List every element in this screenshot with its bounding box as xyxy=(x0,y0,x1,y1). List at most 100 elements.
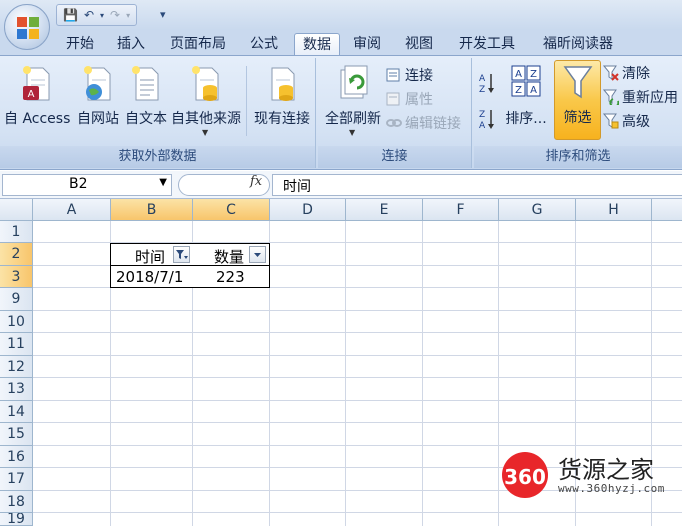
column-header-partial[interactable] xyxy=(652,199,682,221)
sort-descending-button[interactable]: ZA xyxy=(478,108,496,130)
sort-az-icon: AZ xyxy=(479,74,494,94)
customize-qat-icon[interactable]: ▾ xyxy=(160,8,166,21)
office-logo-icon xyxy=(17,17,39,39)
grid-line xyxy=(33,377,682,378)
cell-b2-header-time[interactable]: 时间 xyxy=(110,243,193,266)
cell-b3-date[interactable]: 2018/7/1 xyxy=(110,265,193,288)
clear-filter-button[interactable]: 清除 xyxy=(603,62,650,84)
tab-developer[interactable]: 开发工具 xyxy=(448,33,526,56)
column-header-b[interactable]: B xyxy=(111,199,193,221)
title-bar: 💾 ↶ ▾ ↷ ▾ ▾ xyxy=(0,0,682,30)
row-header-9[interactable]: 9 xyxy=(0,288,33,311)
undo-dropdown-icon[interactable]: ▾ xyxy=(98,11,106,20)
existing-connections-icon xyxy=(271,67,295,101)
row-header-3[interactable]: 3 xyxy=(0,266,33,288)
column-header-d[interactable]: D xyxy=(270,199,346,221)
row-header-11[interactable]: 11 xyxy=(0,333,33,356)
existing-connections-button[interactable]: 现有连接 xyxy=(250,62,314,142)
sort-dialog-icon: A Z Z A xyxy=(511,65,541,97)
properties-button[interactable]: 属性 xyxy=(386,88,433,110)
tab-review[interactable]: 审阅 xyxy=(344,33,390,56)
sort-za-icon: ZA xyxy=(479,110,494,130)
advanced-filter-icon xyxy=(603,113,619,129)
filter-active-dropdown-icon[interactable] xyxy=(173,246,190,263)
insert-function-icon[interactable]: fx xyxy=(250,174,262,189)
redo-dropdown-icon[interactable]: ▾ xyxy=(124,11,132,20)
tab-data[interactable]: 数据 xyxy=(294,33,340,56)
from-text-button[interactable]: 自文本 xyxy=(122,62,170,142)
column-header-g[interactable]: G xyxy=(499,199,576,221)
formula-input[interactable]: 时间 xyxy=(272,174,682,196)
filter-dropdown-icon[interactable] xyxy=(249,246,266,263)
column-header-a[interactable]: A xyxy=(33,199,111,221)
redo-icon[interactable]: ↷ xyxy=(108,8,122,22)
row-header-19[interactable]: 19 xyxy=(0,513,33,526)
web-icon xyxy=(84,66,111,101)
save-icon[interactable]: 💾 xyxy=(61,8,80,22)
tab-insert[interactable]: 插入 xyxy=(108,33,154,56)
group-get-external-data: A 自 Access 自网站 自文本 自其他来源 ▼ 现有连接 获取外部数据 xyxy=(0,58,316,168)
name-box[interactable]: B2 ▼ xyxy=(2,174,172,196)
formula-bar: B2 ▼ fx 时间 xyxy=(0,171,682,199)
group-separator xyxy=(246,66,247,136)
advanced-filter-button[interactable]: 高级 xyxy=(603,110,650,132)
row-header-2[interactable]: 2 xyxy=(0,243,33,266)
row-header-13[interactable]: 13 xyxy=(0,378,33,401)
reapply-button[interactable]: 重新应用 xyxy=(603,86,678,108)
sort-button[interactable]: A Z Z A 排序... xyxy=(502,62,550,142)
clear-filter-icon xyxy=(603,65,619,81)
row-header-10[interactable]: 10 xyxy=(0,311,33,333)
advanced-label: 高级 xyxy=(622,114,650,130)
row-header-16[interactable]: 16 xyxy=(0,446,33,468)
text-file-icon xyxy=(132,66,159,101)
refresh-all-label: 全部刷新 xyxy=(325,111,381,127)
row-header-15[interactable]: 15 xyxy=(0,423,33,446)
quick-access-toolbar: 💾 ↶ ▾ ↷ ▾ xyxy=(56,4,138,26)
grid-line xyxy=(33,400,682,401)
row-header-12[interactable]: 12 xyxy=(0,356,33,378)
grid-line xyxy=(33,355,682,356)
from-web-button[interactable]: 自网站 xyxy=(74,62,122,142)
svg-text:A: A xyxy=(530,85,537,96)
active-filter-funnel-icon xyxy=(176,250,188,259)
tab-formulas[interactable]: 公式 xyxy=(240,33,288,56)
row-header-18[interactable]: 18 xyxy=(0,491,33,513)
cell-c3-quantity[interactable]: 223 xyxy=(192,265,270,288)
row-header-14[interactable]: 14 xyxy=(0,401,33,423)
clear-label: 清除 xyxy=(622,66,650,82)
connections-icon xyxy=(386,68,400,82)
row-header-17[interactable]: 17 xyxy=(0,468,33,491)
select-all-corner[interactable] xyxy=(0,199,33,221)
from-other-sources-button[interactable]: 自其他来源 ▼ xyxy=(170,62,242,142)
chain-link-icon xyxy=(386,119,402,127)
tab-page-layout[interactable]: 页面布局 xyxy=(160,33,236,56)
edit-links-button[interactable]: 编辑链接 xyxy=(386,112,461,134)
column-header-h[interactable]: H xyxy=(576,199,652,221)
ribbon-tabs: 开始 插入 页面布局 公式 数据 审阅 视图 开发工具 福昕阅读器 xyxy=(0,30,682,56)
tab-home[interactable]: 开始 xyxy=(56,33,104,56)
from-access-button[interactable]: A 自 Access xyxy=(4,62,70,142)
watermark-url: www.360hyzj.com xyxy=(558,482,665,495)
date-value: 2018/7/1 xyxy=(116,268,184,286)
column-header-e[interactable]: E xyxy=(346,199,423,221)
from-access-label: 自 Access xyxy=(4,111,71,127)
properties-icon xyxy=(386,92,400,106)
office-button[interactable] xyxy=(4,4,50,50)
grid-line xyxy=(33,310,682,311)
chevron-down-icon xyxy=(254,253,261,257)
cell-c2-header-quantity[interactable]: 数量 xyxy=(192,243,270,266)
row-header-1[interactable]: 1 xyxy=(0,221,33,243)
watermark-badge: 360 xyxy=(502,452,548,498)
watermark: 360 货源之家 www.360hyzj.com xyxy=(502,446,682,502)
tab-foxit-reader[interactable]: 福昕阅读器 xyxy=(530,33,626,56)
tab-view[interactable]: 视图 xyxy=(396,33,442,56)
grid-line xyxy=(33,422,682,423)
refresh-all-button[interactable]: 全部刷新 ▼ xyxy=(320,62,386,142)
name-box-dropdown-icon[interactable]: ▼ xyxy=(159,177,167,188)
column-header-f[interactable]: F xyxy=(423,199,499,221)
connections-button[interactable]: 连接 xyxy=(386,64,433,86)
sort-ascending-button[interactable]: AZ xyxy=(478,72,496,94)
undo-icon[interactable]: ↶ xyxy=(82,8,96,22)
column-header-c[interactable]: C xyxy=(193,199,270,221)
filter-button[interactable]: 筛选 xyxy=(554,60,601,140)
